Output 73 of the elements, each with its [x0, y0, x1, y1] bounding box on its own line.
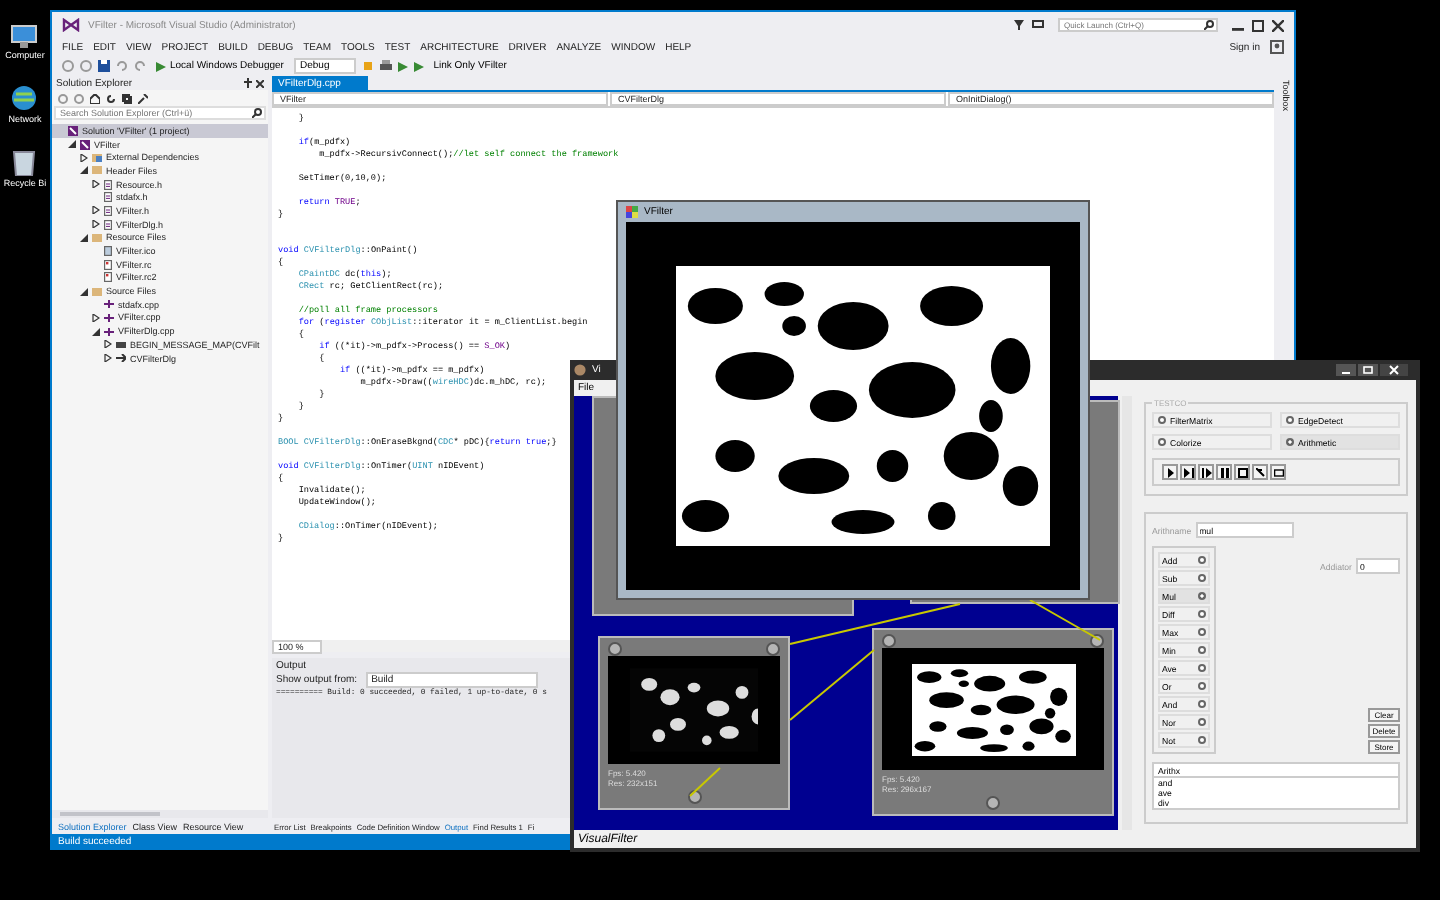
pointer-button[interactable] [1252, 464, 1268, 480]
infinity-logo-icon [62, 18, 80, 32]
home-icon[interactable] [90, 93, 100, 103]
connector-knob[interactable] [882, 634, 896, 648]
printer-icon[interactable] [379, 60, 392, 72]
wrench-icon[interactable] [138, 93, 148, 103]
folder-icon [92, 233, 102, 242]
skip-forward-icon [1201, 467, 1211, 477]
expander-icon[interactable] [92, 180, 100, 189]
image-file-icon [104, 246, 112, 257]
connector-knob[interactable] [1090, 634, 1104, 648]
step-forward-icon [1183, 467, 1193, 477]
play-icon [1165, 467, 1175, 477]
stop-icon [1237, 467, 1247, 477]
close-icon[interactable] [1272, 19, 1284, 31]
expander-icon[interactable] [104, 340, 112, 349]
expander-icon[interactable] [92, 206, 100, 215]
file-icon [104, 219, 112, 230]
close-icon[interactable] [256, 79, 264, 87]
search-icon [1204, 20, 1214, 30]
expander-icon[interactable] [92, 313, 100, 322]
expander-icon[interactable] [104, 354, 112, 363]
step-forward-button[interactable] [1180, 464, 1196, 480]
speech-bubble-icon[interactable] [1032, 20, 1044, 30]
search-icon [252, 108, 262, 118]
recycle-bin-icon[interactable] [12, 148, 37, 176]
scrollbar[interactable] [1122, 396, 1132, 830]
pin-icon[interactable] [244, 78, 252, 88]
connector-knob[interactable] [608, 642, 622, 656]
maximize-icon[interactable] [1358, 364, 1378, 376]
project-icon [80, 139, 90, 150]
play-icon [156, 61, 166, 71]
class-icon [116, 354, 126, 363]
macro-icon [116, 341, 126, 348]
pause-button[interactable] [1216, 464, 1232, 480]
cpp-file-icon [104, 300, 114, 309]
computer-icon[interactable] [10, 24, 39, 48]
stop-button[interactable] [1234, 464, 1250, 480]
maximize-icon[interactable] [1252, 19, 1264, 31]
close-icon[interactable] [1380, 364, 1408, 376]
back-icon[interactable] [58, 93, 68, 103]
connector-knob[interactable] [986, 796, 1000, 810]
expander-icon[interactable] [68, 140, 76, 149]
refresh-icon[interactable] [106, 93, 116, 103]
rectangle-button[interactable] [1270, 464, 1286, 480]
minimize-icon[interactable] [1336, 364, 1356, 376]
filter-icon[interactable] [1014, 20, 1024, 30]
folder-icon [92, 287, 102, 296]
expander-icon[interactable] [80, 153, 88, 162]
expander-icon[interactable] [80, 233, 88, 242]
connector-line [689, 767, 721, 797]
pointer-icon [1255, 467, 1265, 477]
pause-icon [1219, 467, 1229, 477]
skip-forward-button[interactable] [1198, 464, 1214, 480]
app-icon [626, 206, 638, 218]
globe-icon[interactable] [10, 84, 39, 112]
connector-knob[interactable] [687, 790, 701, 804]
cpp-file-icon [104, 313, 114, 322]
expander-icon[interactable] [80, 287, 88, 296]
connector-line [1029, 599, 1101, 641]
expander-icon[interactable] [92, 327, 100, 336]
copy-icon[interactable] [122, 93, 132, 103]
connector-line [789, 649, 875, 721]
cpp-file-icon [104, 327, 114, 336]
app-icon [574, 364, 586, 376]
expander-icon[interactable] [80, 166, 88, 175]
scrollbar[interactable] [60, 812, 160, 816]
expander-icon[interactable] [92, 220, 100, 229]
connector-knob[interactable] [766, 642, 780, 656]
play-button[interactable] [1162, 464, 1178, 480]
save-icon[interactable] [98, 60, 110, 72]
user-icon[interactable] [1270, 40, 1284, 54]
forward-icon[interactable] [74, 93, 84, 103]
